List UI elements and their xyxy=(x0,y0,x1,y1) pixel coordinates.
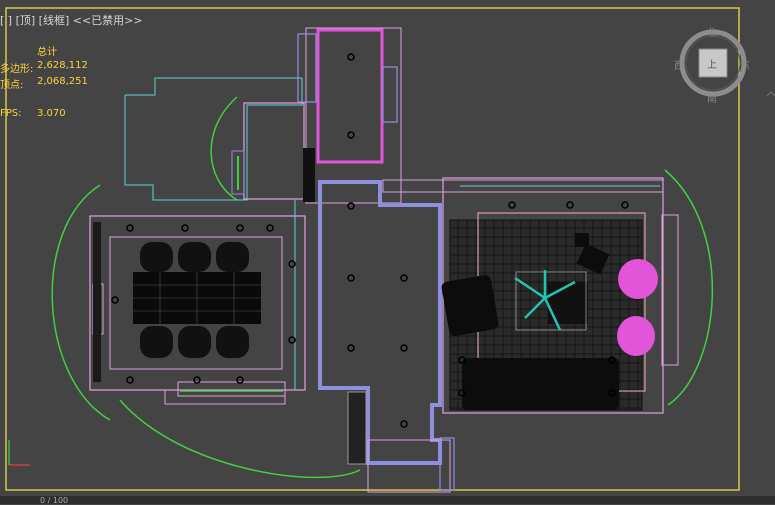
upper-arc xyxy=(210,96,238,201)
cyan-room-outline xyxy=(124,77,303,201)
chair xyxy=(178,242,211,272)
ceiling-light xyxy=(400,420,408,428)
cabinet-column xyxy=(347,391,367,465)
central-hallway-wall xyxy=(318,180,442,465)
chair xyxy=(140,242,173,272)
ceiling-light xyxy=(288,336,296,344)
right-arc xyxy=(664,169,713,406)
ceiling-light xyxy=(347,274,355,282)
ceiling-light xyxy=(347,202,355,210)
dining-table-set xyxy=(133,242,261,358)
window-bottom-dining xyxy=(177,381,286,397)
window-lower-right xyxy=(439,437,455,491)
stats-fps-value: 3.070 xyxy=(37,108,66,119)
ceiling-light xyxy=(400,344,408,352)
ceiling-light xyxy=(400,274,408,282)
ceiling-light xyxy=(126,224,134,232)
ceiling-light xyxy=(288,260,296,268)
ceiling-light xyxy=(111,296,119,304)
ceiling-light xyxy=(347,131,355,139)
window-top-right xyxy=(382,66,398,123)
stats-polys-value: 2,628,112 xyxy=(37,60,88,71)
viewport-label[interactable]: [ ] [顶] [线框] <<已禁用>> xyxy=(0,12,143,28)
ceiling-light xyxy=(566,201,574,209)
left-arc xyxy=(51,184,111,421)
axis-indicator xyxy=(8,440,30,466)
sofa xyxy=(462,358,619,410)
armchair-left xyxy=(441,275,499,336)
ceiling-light xyxy=(347,344,355,352)
chair xyxy=(140,326,173,358)
left-wall-objects xyxy=(93,222,101,382)
dining-ledge xyxy=(164,389,286,405)
chair xyxy=(216,242,249,272)
ceiling-light xyxy=(621,201,629,209)
magenta-room-top xyxy=(316,28,384,164)
pink-ottoman-lower xyxy=(617,316,655,356)
window-top-left xyxy=(297,33,317,103)
ceiling-light xyxy=(347,53,355,61)
chair xyxy=(216,326,249,358)
viewcube-west[interactable]: 西 xyxy=(674,57,684,72)
stats-verts-label: 顶点: xyxy=(0,80,24,91)
stats-verts-value: 2,068,251 xyxy=(37,76,88,87)
viewcube-south[interactable]: 南 xyxy=(707,90,717,105)
ceiling-light xyxy=(266,224,274,232)
viewcube-face-top[interactable]: 上 xyxy=(707,56,717,71)
window-top-left-dark xyxy=(303,148,315,202)
stats-title: 总计 xyxy=(37,47,57,58)
stats-polys-label: 多边形: xyxy=(0,64,34,75)
ceiling-light xyxy=(181,224,189,232)
viewcube-north[interactable]: 北 xyxy=(707,24,717,39)
bottom-arc xyxy=(119,399,361,479)
viewcube-east[interactable]: 东 xyxy=(740,57,750,72)
scroll-chevron-icon[interactable] xyxy=(766,91,775,97)
ceiling-light xyxy=(236,224,244,232)
floor-plan-scene[interactable] xyxy=(0,0,775,504)
pink-room-small xyxy=(243,102,305,200)
ceiling-light xyxy=(126,376,134,384)
viewport-top[interactable]: [ ] [顶] [线框] <<已禁用>> 总计 多边形: 2,628,112 顶… xyxy=(0,0,775,505)
pink-ottoman-upper xyxy=(618,259,658,299)
chair xyxy=(178,326,211,358)
stats-fps-label: FPS: xyxy=(0,108,22,119)
ceiling-light xyxy=(508,201,516,209)
viewcube-gizmo[interactable]: 北 南 西 东 上 xyxy=(672,22,754,105)
status-bar xyxy=(0,496,775,504)
living-right-window xyxy=(661,214,679,366)
lamp-small xyxy=(575,233,589,247)
lower-hallway-pink xyxy=(367,439,451,493)
